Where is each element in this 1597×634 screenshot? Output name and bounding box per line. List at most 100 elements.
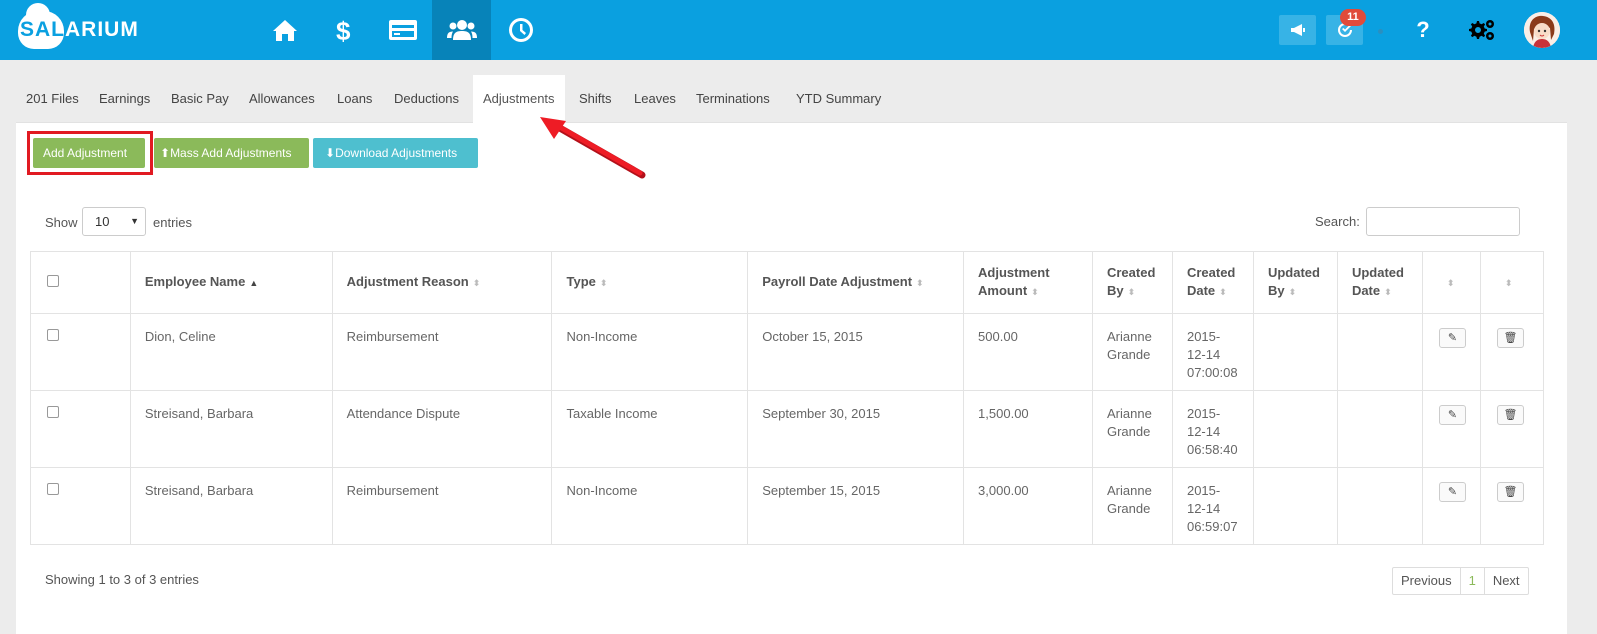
credit-card-icon <box>388 20 417 40</box>
pencil-icon: ✎ <box>1447 486 1458 498</box>
logo-text: SALARIUM <box>20 18 139 41</box>
cell-employee: Dion, Celine <box>129 313 333 391</box>
pagination-page-1[interactable]: 1 <box>1461 568 1485 594</box>
cell-updated-date <box>1336 467 1423 545</box>
tab-ytd-summary[interactable]: YTD Summary <box>786 75 891 123</box>
row-checkbox[interactable] <box>47 483 59 495</box>
clock-icon <box>508 18 533 42</box>
gears-icon <box>1469 20 1494 40</box>
header-updated-date[interactable]: Updated Date ⬍ <box>1336 251 1423 314</box>
tab-loans[interactable]: Loans <box>327 75 382 123</box>
megaphone-icon <box>1290 24 1305 36</box>
sort-asc-icon: ▲ <box>249 278 259 288</box>
select-all-checkbox[interactable] <box>47 274 59 287</box>
header-created-by[interactable]: Created By ⬍ <box>1091 251 1173 314</box>
avatar-image <box>1524 12 1560 48</box>
trash-icon: 🗑 <box>1503 409 1518 421</box>
cell-updated-by <box>1252 313 1338 391</box>
sort-icon: ⬍ <box>1384 287 1392 297</box>
tab-basic-pay[interactable]: Basic Pay <box>161 75 239 123</box>
nav-payments[interactable] <box>373 0 432 60</box>
header-type[interactable]: Type ⬍ <box>551 251 749 314</box>
user-avatar[interactable] <box>1524 12 1560 48</box>
trash-icon: 🗑 <box>1503 486 1518 498</box>
cell-updated-date <box>1336 390 1423 468</box>
sort-icon: ⬍ <box>1219 287 1227 297</box>
cell-delete: 🗑 <box>1479 390 1545 468</box>
settings-button[interactable] <box>1466 15 1496 45</box>
delete-button[interactable]: 🗑 <box>1496 482 1524 502</box>
nav-home[interactable] <box>255 0 314 60</box>
announcements-button[interactable] <box>1279 15 1316 45</box>
search-input[interactable] <box>1366 207 1520 236</box>
table-row: Streisand, Barbara Attendance Dispute Ta… <box>30 390 1545 468</box>
length-entries-label: entries <box>153 215 193 230</box>
cell-reason: Reimbursement <box>331 467 553 545</box>
row-checkbox[interactable] <box>47 329 59 341</box>
header-delete-column[interactable]: ⬍ <box>1479 251 1545 314</box>
tab-earnings[interactable]: Earnings <box>89 75 160 123</box>
edit-button[interactable]: ✎ <box>1438 482 1466 502</box>
delete-button[interactable]: 🗑 <box>1496 328 1524 348</box>
nav-timekeeping[interactable] <box>491 0 550 60</box>
pagination-previous[interactable]: Previous <box>1393 568 1461 594</box>
cell-reason: Attendance Dispute <box>331 390 553 468</box>
row-checkbox[interactable] <box>47 406 59 418</box>
mass-add-adjustments-button[interactable]: ⬆Mass Add Adjustments <box>154 138 309 168</box>
cell-created-by: Arianne Grande <box>1091 390 1173 468</box>
header-payroll-date-adjustment[interactable]: Payroll Date Adjustment ⬍ <box>747 251 965 314</box>
download-adjustments-button[interactable]: ⬇Download Adjustments <box>313 138 478 168</box>
help-button[interactable]: ? <box>1408 15 1438 45</box>
tab-201-files[interactable]: 201 Files <box>16 75 89 123</box>
cell-edit: ✎ <box>1421 313 1481 391</box>
sort-icon: ⬍ <box>599 278 608 288</box>
nav-payroll[interactable]: $ <box>314 0 373 60</box>
header-created-date[interactable]: Created Date ⬍ <box>1171 251 1254 314</box>
delete-button[interactable]: 🗑 <box>1496 405 1524 425</box>
sort-icon: ⬍ <box>916 278 924 288</box>
tab-allowances[interactable]: Allowances <box>239 75 325 123</box>
tab-terminations[interactable]: Terminations <box>686 75 780 123</box>
row-select <box>30 467 131 545</box>
nav-employees[interactable] <box>432 0 491 60</box>
cell-employee: Streisand, Barbara <box>129 390 333 468</box>
search-label: Search: <box>1315 214 1360 229</box>
top-navbar: SALARIUM $ 11 ? <box>0 0 1597 60</box>
entries-length-select[interactable]: 10 <box>82 207 146 236</box>
cell-type: Non-Income <box>551 467 749 545</box>
table-row: Streisand, Barbara Reimbursement Non-Inc… <box>30 467 1545 545</box>
download-icon: ⬇ <box>325 146 336 160</box>
header-adjustment-amount[interactable]: Adjustment Amount ⬍ <box>963 251 1093 314</box>
cell-updated-date <box>1336 313 1423 391</box>
sort-icon: ⬍ <box>1288 287 1297 297</box>
pagination-next[interactable]: Next <box>1485 568 1528 594</box>
header-adjustment-reason[interactable]: Adjustment Reason ⬍ <box>331 251 553 314</box>
header-employee-name[interactable]: Employee Name ▲ <box>129 251 333 314</box>
sort-icon: ⬍ <box>1446 278 1455 288</box>
sort-icon: ⬍ <box>472 278 481 288</box>
cell-reason: Reimbursement <box>331 313 553 391</box>
row-select <box>30 313 131 391</box>
edit-button[interactable]: ✎ <box>1438 405 1466 425</box>
header-updated-by[interactable]: Updated By ⬍ <box>1252 251 1338 314</box>
pencil-icon: ✎ <box>1447 409 1458 421</box>
pagination: Previous 1 Next <box>1392 567 1529 595</box>
length-show-label: Show <box>45 215 78 230</box>
salarium-logo[interactable]: SALARIUM <box>18 3 139 49</box>
sort-icon: ⬍ <box>1127 287 1136 297</box>
edit-button[interactable]: ✎ <box>1438 328 1466 348</box>
cell-edit: ✎ <box>1421 390 1481 468</box>
pencil-icon: ✎ <box>1447 332 1458 344</box>
cell-amount: 3,000.00 <box>963 467 1093 545</box>
cell-amount: 500.00 <box>963 313 1093 391</box>
tab-deductions[interactable]: Deductions <box>384 75 469 123</box>
cell-updated-by <box>1252 467 1338 545</box>
header-edit-column[interactable]: ⬍ <box>1421 251 1481 314</box>
cell-created-date: 2015-12-14 06:58:40 <box>1171 390 1254 468</box>
trash-icon: 🗑 <box>1503 332 1518 344</box>
cell-payroll-date: September 15, 2015 <box>747 467 965 545</box>
cell-delete: 🗑 <box>1479 313 1545 391</box>
cell-edit: ✎ <box>1421 467 1481 545</box>
users-icon <box>446 20 477 40</box>
home-icon <box>272 20 297 41</box>
